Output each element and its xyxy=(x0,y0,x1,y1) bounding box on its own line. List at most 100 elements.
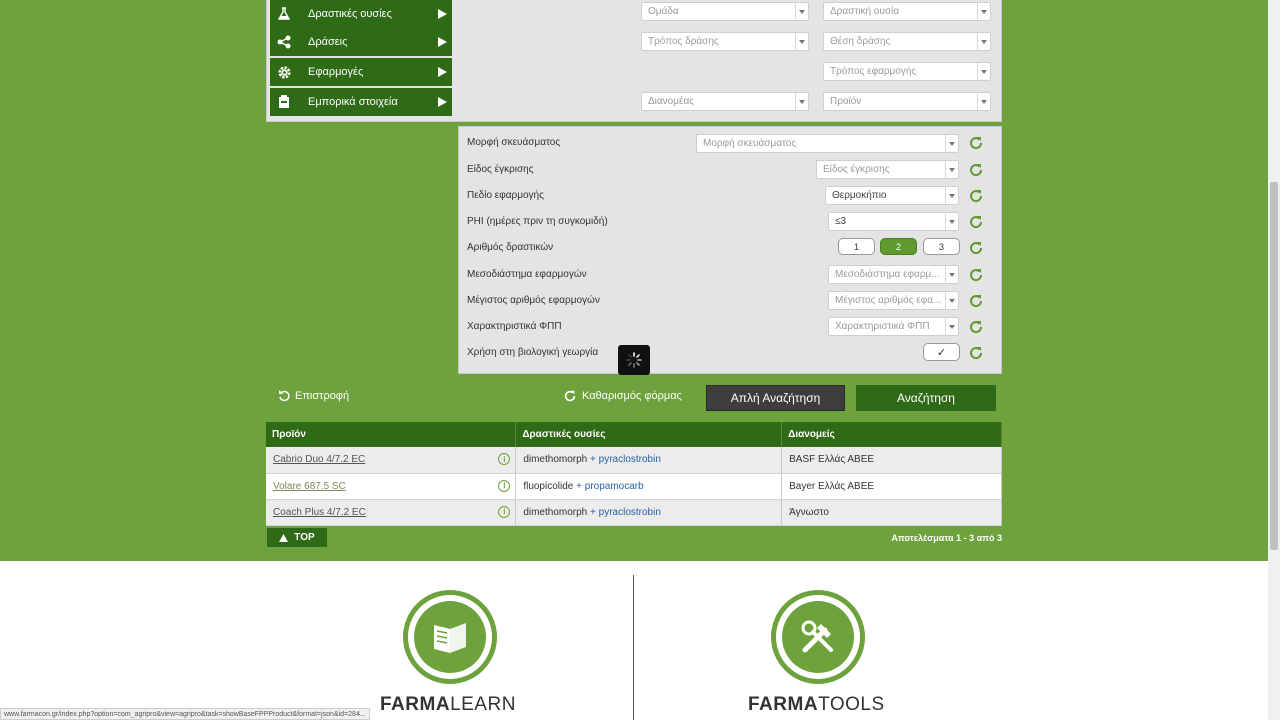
select-value: Δραστική ουσία xyxy=(830,6,900,17)
field-label: Πεδίο εφαρμογής xyxy=(467,190,544,201)
info-icon[interactable]: i xyxy=(498,505,511,518)
num-actives-label: Αριθμός δραστικών xyxy=(467,242,554,253)
arrow-up-icon xyxy=(279,533,289,542)
reset-interval-icon[interactable] xyxy=(968,267,984,283)
approval-type-label: Είδος έγκρισης xyxy=(467,164,534,175)
distributor-cell: Άγνωστο xyxy=(781,499,1002,526)
reset-characteristics-icon[interactable] xyxy=(968,319,984,335)
refresh-icon xyxy=(564,390,576,402)
category-commercial-button[interactable]: Εμπορικά στοιχεία xyxy=(270,88,452,116)
product-link[interactable]: Volare 687.5 SC xyxy=(273,481,346,492)
clear-form-link[interactable]: Καθαρισμός φόρμας xyxy=(563,389,682,403)
substances-cell: dimethomorph + pyraclostrobin xyxy=(515,499,783,526)
distributor-select[interactable]: Διανομέας xyxy=(641,92,809,111)
chevron-down-icon xyxy=(945,213,958,230)
top-label: TOP xyxy=(294,532,315,543)
phi-label: PHI (ημέρες πριν τη συγκομιδή) xyxy=(467,216,608,227)
substances-cell: fluopicolide + propamocarb xyxy=(515,473,783,500)
select-value: Ομάδα xyxy=(648,6,679,17)
package-icon xyxy=(270,95,298,109)
mode-of-action-select[interactable]: Τρόπος δράσης xyxy=(641,32,809,51)
select-value: Χαρακτηριστικά ΦΠΠ xyxy=(835,321,930,332)
book-icon xyxy=(434,623,466,653)
characteristics-select[interactable]: Χαρακτηριστικά ΦΠΠ xyxy=(828,317,959,336)
select-value: Τρόπος δράσης xyxy=(648,36,719,47)
select-value: Θέση δράσης xyxy=(830,36,891,47)
chevron-down-icon xyxy=(795,33,808,50)
chevron-down-icon xyxy=(977,3,990,20)
arrow-right-icon xyxy=(432,9,452,19)
back-link[interactable]: Επιστροφή xyxy=(278,390,349,402)
brand-rest: LEARN xyxy=(450,694,516,715)
select-value: ≤3 xyxy=(835,216,847,227)
application-method-select[interactable]: Τρόπος εφαρμογής xyxy=(823,62,991,81)
search-button[interactable]: Αναζήτηση xyxy=(856,385,996,411)
footer-divider xyxy=(633,575,634,720)
substance[interactable]: pyraclostrobin xyxy=(599,507,661,518)
category-applications-button[interactable]: Εφαρμογές xyxy=(270,58,452,86)
num-actives-option-2[interactable]: 2 xyxy=(880,238,917,255)
group-select[interactable]: Ομάδα xyxy=(641,2,809,21)
product-link[interactable]: Coach Plus 4/7.2 EC xyxy=(273,507,366,518)
table-row: Volare 687.5 SC i fluopicolide + propamo… xyxy=(266,473,1002,500)
formulation-select[interactable]: Μορφή σκευάσματος xyxy=(696,134,959,153)
substance: fluopicolide xyxy=(523,480,574,492)
arrow-right-icon xyxy=(432,67,452,77)
active-substance-select[interactable]: Δραστική ουσία xyxy=(823,2,991,21)
status-bar-url: www.farmacon.gr/index.php?option=com_agr… xyxy=(0,708,370,720)
chevron-down-icon xyxy=(795,93,808,110)
reset-num-actives-icon[interactable] xyxy=(968,240,984,256)
reset-field-icon[interactable] xyxy=(968,188,984,204)
phi-select[interactable]: ≤3 xyxy=(828,212,959,231)
substance[interactable]: propamocarb xyxy=(585,481,644,492)
farmatools-logo[interactable] xyxy=(771,590,865,684)
select-value: Τρόπος εφαρμογής xyxy=(830,66,917,77)
chevron-down-icon xyxy=(945,135,958,152)
field-select[interactable]: Θερμοκήπιο xyxy=(825,186,959,205)
flask-icon xyxy=(270,7,298,21)
site-of-action-select[interactable]: Θέση δράσης xyxy=(823,32,991,51)
num-actives-option-3[interactable]: 3 xyxy=(923,238,960,255)
max-apps-select[interactable]: Μέγιστος αριθμός εφα... xyxy=(828,291,959,310)
interval-select[interactable]: Μεσοδιάστημα εφαρμ... xyxy=(828,265,959,284)
category-active-substances-button[interactable]: Δραστικές ουσίες xyxy=(270,0,452,28)
share-icon xyxy=(270,35,298,49)
farmatools-brand: FARMATOOLS xyxy=(748,694,885,716)
info-icon[interactable]: i xyxy=(498,479,511,492)
info-icon[interactable]: i xyxy=(498,453,511,465)
substance[interactable]: pyraclostrobin xyxy=(599,454,661,465)
reset-max-apps-icon[interactable] xyxy=(968,293,984,309)
column-header-distributors[interactable]: Διανομείς xyxy=(781,422,1002,447)
farmalearn-logo[interactable] xyxy=(403,590,497,684)
product-link[interactable]: Cabrio Duo 4/7.2 EC xyxy=(273,454,365,465)
back-to-top-button[interactable]: TOP xyxy=(267,528,327,547)
scrollbar-thumb[interactable] xyxy=(1270,182,1278,550)
reset-formulation-icon[interactable] xyxy=(968,135,984,151)
chevron-down-icon xyxy=(977,93,990,110)
select-value: Προϊόν xyxy=(830,96,862,107)
simple-search-button[interactable]: Απλή Αναζήτηση xyxy=(706,385,845,411)
product-select[interactable]: Προϊόν xyxy=(823,92,991,111)
approval-type-select[interactable]: Είδος έγκρισης xyxy=(816,160,959,179)
column-header-product[interactable]: Προϊόν xyxy=(266,422,517,447)
plus-sign: + xyxy=(590,506,596,518)
reset-organic-icon[interactable] xyxy=(968,345,984,361)
num-actives-option-1[interactable]: 1 xyxy=(838,238,875,255)
results-table: Προϊόν Δραστικές ουσίες Διανομείς Cabrio… xyxy=(266,422,1002,526)
organic-toggle[interactable]: ✓ xyxy=(923,343,960,361)
results-count: Αποτελέσματα 1 - 3 από 3 xyxy=(891,533,1002,543)
characteristics-label: Χαρακτηριστικά ΦΠΠ xyxy=(467,321,562,332)
select-value: Διανομέας xyxy=(648,96,695,107)
product-cell: Cabrio Duo 4/7.2 EC i xyxy=(266,447,517,474)
column-header-substances[interactable]: Δραστικές ουσίες xyxy=(515,422,783,447)
reset-approval-type-icon[interactable] xyxy=(968,162,984,178)
table-row: Cabrio Duo 4/7.2 EC i dimethomorph + pyr… xyxy=(266,447,1002,474)
select-value: Μέγιστος αριθμός εφα... xyxy=(835,295,942,306)
formulation-label: Μορφή σκευάσματος xyxy=(467,137,561,148)
category-label: Δραστικές ουσίες xyxy=(308,8,392,20)
reset-phi-icon[interactable] xyxy=(968,214,984,230)
category-actions-button[interactable]: Δράσεις xyxy=(270,28,452,56)
arrow-right-icon xyxy=(432,97,452,107)
category-label: Δράσεις xyxy=(308,36,348,48)
clear-form-label: Καθαρισμός φόρμας xyxy=(582,390,682,402)
